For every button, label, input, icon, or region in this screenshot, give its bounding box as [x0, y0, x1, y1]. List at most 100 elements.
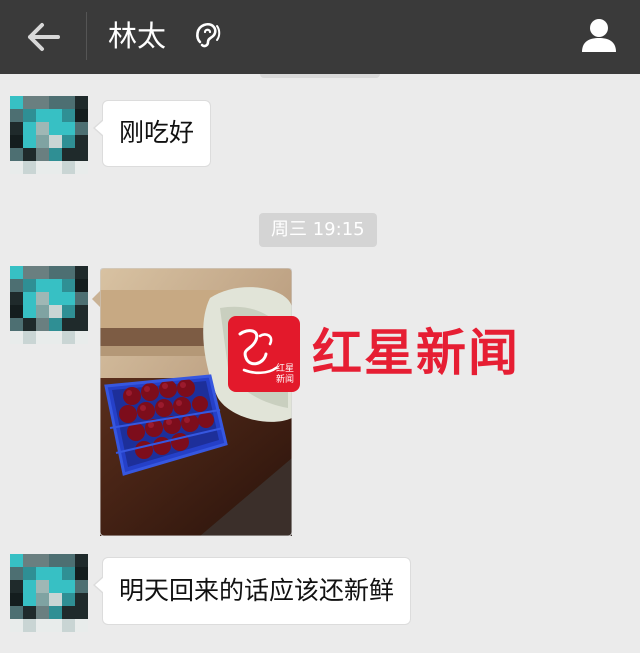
avatar-pixel: [49, 109, 62, 122]
avatar-pixel: [62, 135, 75, 148]
avatar-pixel: [23, 161, 36, 174]
avatar-pixel: [49, 161, 62, 174]
avatar-pixel: [36, 606, 49, 619]
avatar-pixel: [23, 96, 36, 109]
avatar-pixel: [62, 292, 75, 305]
arrow-left-icon: [28, 23, 60, 51]
avatar-pixel: [49, 135, 62, 148]
person-icon: [582, 19, 616, 52]
avatar-pixel: [36, 593, 49, 606]
avatar-pixel: [49, 266, 62, 279]
ear-icon[interactable]: [190, 18, 224, 52]
message-text: 刚吃好: [119, 118, 195, 147]
avatar-pixel: [62, 567, 75, 580]
avatar-pixel: [49, 593, 62, 606]
avatar-pixel: [10, 135, 23, 148]
avatar-pixel: [36, 318, 49, 331]
avatar-pixel: [23, 122, 36, 135]
avatar-pixel: [62, 619, 75, 632]
watermark-logo-text: 红星新闻: [275, 364, 294, 385]
avatar-pixel: [49, 305, 62, 318]
contact-avatar[interactable]: [10, 554, 88, 632]
avatar-pixel: [49, 96, 62, 109]
avatar-pixel: [36, 148, 49, 161]
avatar-pixel: [49, 554, 62, 567]
avatar-pixel: [23, 593, 36, 606]
avatar-pixel: [36, 619, 49, 632]
avatar-pixel: [10, 161, 23, 174]
timestamp: 周三 19:15: [259, 213, 377, 247]
avatar-pixel: [75, 567, 88, 580]
avatar-pixel: [75, 606, 88, 619]
message-bubble[interactable]: 明天回来的话应该还新鲜: [92, 557, 412, 625]
avatar-pixel: [75, 580, 88, 593]
avatar-pixel: [23, 148, 36, 161]
avatar-pixel: [62, 606, 75, 619]
avatar-pixel: [62, 554, 75, 567]
avatar-pixel: [75, 318, 88, 331]
avatar-pixel: [36, 331, 49, 344]
avatar-pixel: [10, 96, 23, 109]
avatar-pixel: [49, 292, 62, 305]
avatar-pixel: [23, 580, 36, 593]
avatar-pixel: [75, 109, 88, 122]
avatar-pixel: [10, 305, 23, 318]
avatar-pixel: [62, 279, 75, 292]
avatar-pixel: [23, 292, 36, 305]
image-message[interactable]: [99, 267, 293, 537]
avatar-pixel: [23, 109, 36, 122]
watermark-logo: 红星新闻: [228, 316, 300, 392]
avatar-pixel: [10, 279, 23, 292]
avatar-pixel: [62, 109, 75, 122]
avatar-pixel: [10, 606, 23, 619]
avatar-pixel: [49, 567, 62, 580]
avatar-pixel: [36, 161, 49, 174]
avatar-pixel: [49, 606, 62, 619]
avatar-pixel: [49, 619, 62, 632]
avatar-pixel: [23, 318, 36, 331]
avatar-pixel: [36, 96, 49, 109]
avatar-pixel: [10, 619, 23, 632]
avatar-pixel: [49, 331, 62, 344]
avatar-pixel: [36, 292, 49, 305]
avatar-pixel: [62, 161, 75, 174]
chat-info-button[interactable]: [574, 10, 624, 60]
avatar-pixel: [62, 305, 75, 318]
avatar-pixel: [75, 619, 88, 632]
avatar-pixel: [23, 305, 36, 318]
avatar-pixel: [36, 567, 49, 580]
avatar-pixel: [75, 331, 88, 344]
avatar-pixel: [23, 619, 36, 632]
avatar-pixel: [62, 580, 75, 593]
avatar-pixel: [75, 135, 88, 148]
avatar-pixel: [36, 122, 49, 135]
avatar-pixel: [23, 331, 36, 344]
chat-title: 林太: [108, 19, 167, 53]
avatar-pixel: [75, 148, 88, 161]
avatar-pixel: [75, 279, 88, 292]
previous-timestamp-edge: [260, 74, 380, 78]
avatar-pixel: [75, 554, 88, 567]
avatar-pixel: [62, 266, 75, 279]
avatar-pixel: [36, 266, 49, 279]
avatar-pixel: [49, 279, 62, 292]
avatar-pixel: [49, 122, 62, 135]
avatar-pixel: [36, 305, 49, 318]
contact-avatar[interactable]: [10, 96, 88, 174]
avatar-pixel: [10, 109, 23, 122]
avatar-pixel: [49, 580, 62, 593]
avatar-pixel: [49, 318, 62, 331]
avatar-pixel: [23, 279, 36, 292]
avatar-pixel: [23, 266, 36, 279]
back-button[interactable]: [20, 14, 66, 60]
message-bubble[interactable]: 刚吃好: [92, 100, 212, 167]
avatar-pixel: [36, 279, 49, 292]
avatar-pixel: [75, 305, 88, 318]
watermark-text: 红星新闻: [312, 324, 520, 382]
avatar-pixel: [10, 122, 23, 135]
avatar-pixel: [62, 331, 75, 344]
avatar-pixel: [10, 148, 23, 161]
avatar-pixel: [23, 606, 36, 619]
watermark: 红星新闻 红星新闻: [228, 316, 528, 396]
contact-avatar[interactable]: [10, 266, 88, 344]
